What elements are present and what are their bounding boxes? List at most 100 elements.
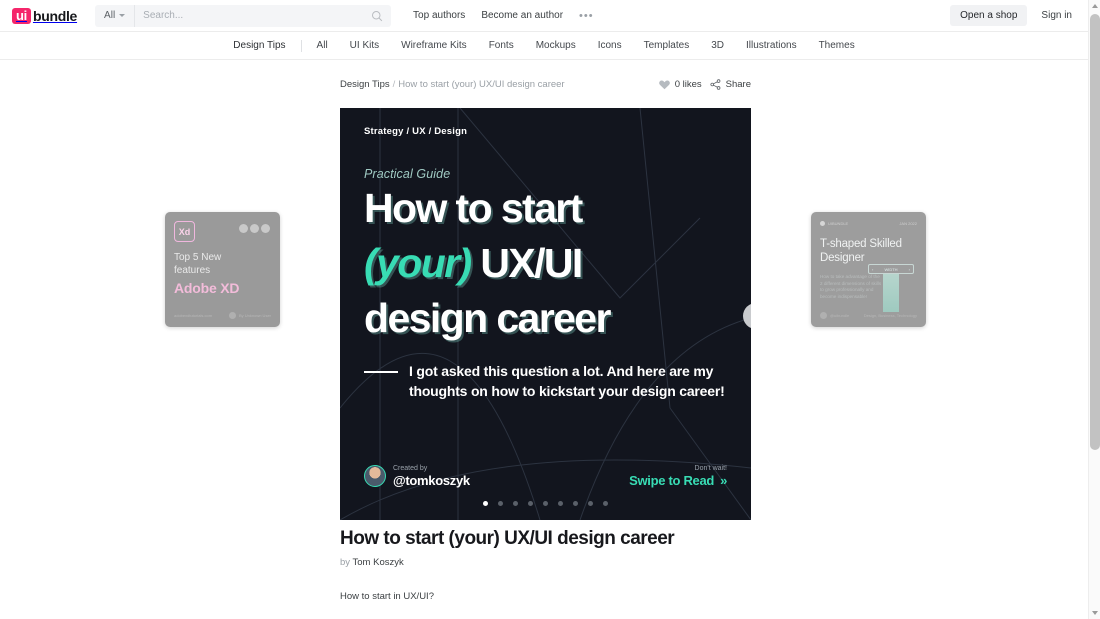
nav-item-themes[interactable]: Themes: [808, 40, 866, 51]
page-scrollbar[interactable]: [1088, 0, 1100, 619]
logo-mark: ui: [12, 7, 31, 24]
carousel-dot-7[interactable]: [573, 501, 578, 506]
hero-swipe: Don't wait! Swipe to Read »: [629, 464, 727, 488]
byline-author[interactable]: Tom Koszyk: [353, 557, 404, 568]
post-actions: 0 likes Share: [658, 79, 751, 90]
heart-icon: [658, 79, 670, 89]
chevron-up-icon: [1091, 4, 1098, 8]
breadcrumb-separator: /: [392, 79, 396, 90]
nav-item-icons[interactable]: Icons: [587, 40, 633, 51]
header-actions: Open a shop Sign in: [950, 5, 1072, 26]
prev-card-line1: Top 5 New: [174, 252, 222, 263]
hero-title-accent: (your): [364, 240, 472, 286]
open-a-shop-button[interactable]: Open a shop: [950, 5, 1028, 26]
nav-item-illustrations[interactable]: Illustrations: [735, 40, 808, 51]
hero-subtitle: I got asked this question a lot. And her…: [409, 363, 725, 399]
arrow-right-icon: ›: [908, 266, 910, 272]
avatar: [228, 312, 236, 319]
next-card-width-bar: ‹ WIDTH ›: [868, 264, 914, 274]
breadcrumb-parent[interactable]: Design Tips: [340, 79, 390, 90]
main-content: Design Tips / How to start (your) UX/UI …: [0, 60, 1088, 619]
search-icon[interactable]: [371, 10, 383, 22]
nav-item-mockups[interactable]: Mockups: [525, 40, 587, 51]
carousel-dot-1[interactable]: [483, 501, 488, 506]
carousel-prev-card[interactable]: Xd Top 5 New features Adobe XD adobexdtu…: [165, 212, 280, 327]
article-paragraph: How to start in UX/UI?: [340, 591, 434, 602]
next-card-header: UIBUNDLE JAN 2022: [820, 221, 917, 226]
prev-card-icon-group: [239, 224, 270, 233]
scrollbar-thumb[interactable]: [1090, 14, 1100, 450]
search-scope-label: All: [104, 10, 116, 21]
carousel-dots: [340, 501, 751, 506]
breadcrumb: Design Tips / How to start (your) UX/UI …: [340, 79, 751, 90]
prev-card-footer-right: By Unknown User: [238, 313, 271, 318]
chevron-down-icon: [119, 14, 126, 17]
header-link-top-authors[interactable]: Top authors: [413, 10, 465, 21]
carousel-dot-9[interactable]: [603, 501, 608, 506]
hero-swipe-cta: Swipe to Read »: [629, 473, 727, 488]
hero-author-text: Created by @tomkoszyk: [393, 464, 470, 488]
nav-item-all[interactable]: All: [306, 40, 339, 51]
like-button[interactable]: 0 likes: [658, 79, 702, 90]
search-input[interactable]: [135, 10, 372, 21]
hero-kicker: Strategy / UX / Design: [364, 126, 468, 137]
divider: [364, 371, 398, 373]
share-button[interactable]: Share: [710, 79, 751, 90]
breadcrumb-current: How to start (your) UX/UI design career: [398, 79, 565, 90]
share-icon: [710, 79, 721, 90]
hero-inner: Strategy / UX / Design Practical Guide H…: [340, 108, 751, 520]
hero-footer: Created by @tomkoszyk Don't wait! Swipe …: [364, 464, 727, 488]
prev-card-footer: adobexdtutorials.com By Unknown User: [174, 312, 271, 319]
hero-title-line2: (your) UX/UI: [364, 236, 727, 291]
nav-item-design-tips[interactable]: Design Tips: [222, 40, 296, 51]
next-card-depth-stem: [883, 274, 899, 312]
carousel-dot-3[interactable]: [513, 501, 518, 506]
header-link-become-an-author[interactable]: Become an author: [481, 10, 563, 21]
hero-eyebrow: Practical Guide: [364, 167, 451, 181]
prev-card-footer-left: adobexdtutorials.com: [174, 313, 213, 318]
scroll-up-button[interactable]: [1089, 0, 1100, 12]
next-card-title-line2: Designer: [820, 252, 865, 264]
prev-card-footer-right-group: By Unknown User: [228, 312, 271, 319]
site-logo[interactable]: ui bundle: [12, 7, 77, 24]
hero-slide[interactable]: Strategy / UX / Design Practical Guide H…: [340, 108, 751, 520]
carousel-dot-2[interactable]: [498, 501, 503, 506]
carousel-dot-6[interactable]: [558, 501, 563, 506]
like-count: 0 likes: [674, 79, 702, 90]
category-nav: Design Tips All UI Kits Wireframe Kits F…: [0, 32, 1088, 60]
article-byline: by Tom Koszyk: [340, 557, 751, 568]
more-menu-icon[interactable]: •••: [579, 10, 594, 22]
adobe-xd-icon: Xd: [174, 221, 195, 242]
search-scope-dropdown[interactable]: All: [95, 4, 136, 27]
next-card-brand-group: UIBUNDLE: [820, 221, 848, 226]
nav-item-wireframe-kits[interactable]: Wireframe Kits: [390, 40, 478, 51]
share-label: Share: [725, 79, 751, 90]
decorative-icon: [250, 224, 259, 233]
nav-item-fonts[interactable]: Fonts: [478, 40, 525, 51]
hero-title-line3: design career: [364, 295, 611, 341]
next-card-body: How to take advantage of the 2 different…: [820, 274, 882, 299]
carousel-next-card[interactable]: UIBUNDLE JAN 2022 T-shaped Skilled Desig…: [811, 212, 926, 327]
carousel-dot-8[interactable]: [588, 501, 593, 506]
prev-card-inner: Xd Top 5 New features Adobe XD adobexdtu…: [165, 212, 280, 327]
nav-item-templates[interactable]: Templates: [633, 40, 701, 51]
slide-carousel: Xd Top 5 New features Adobe XD adobexdtu…: [0, 108, 1088, 520]
search-bar: All: [95, 4, 392, 27]
nav-item-ui-kits[interactable]: UI Kits: [339, 40, 390, 51]
page-title: How to start (your) UX/UI design career: [340, 528, 675, 549]
chevron-down-icon: [1092, 611, 1098, 615]
hero-created-label: Created by: [393, 465, 428, 472]
article-section: How to start (your) UX/UI design career …: [340, 528, 751, 602]
sign-in-link[interactable]: Sign in: [1041, 10, 1072, 21]
prev-card-headline: Adobe XD: [174, 280, 240, 296]
nav-item-3d[interactable]: 3D: [700, 40, 735, 51]
hero-swipe-label: Don't wait!: [694, 465, 727, 472]
arrow-left-icon: ‹: [872, 266, 874, 272]
hero-title-line1: How to start: [364, 185, 583, 231]
carousel-dot-5[interactable]: [543, 501, 548, 506]
avatar: [364, 465, 386, 487]
next-card-footer-left: @uibundle: [830, 313, 850, 318]
scroll-down-button[interactable]: [1089, 607, 1100, 619]
carousel-dot-4[interactable]: [528, 501, 533, 506]
next-card-inner: UIBUNDLE JAN 2022 T-shaped Skilled Desig…: [811, 212, 926, 327]
